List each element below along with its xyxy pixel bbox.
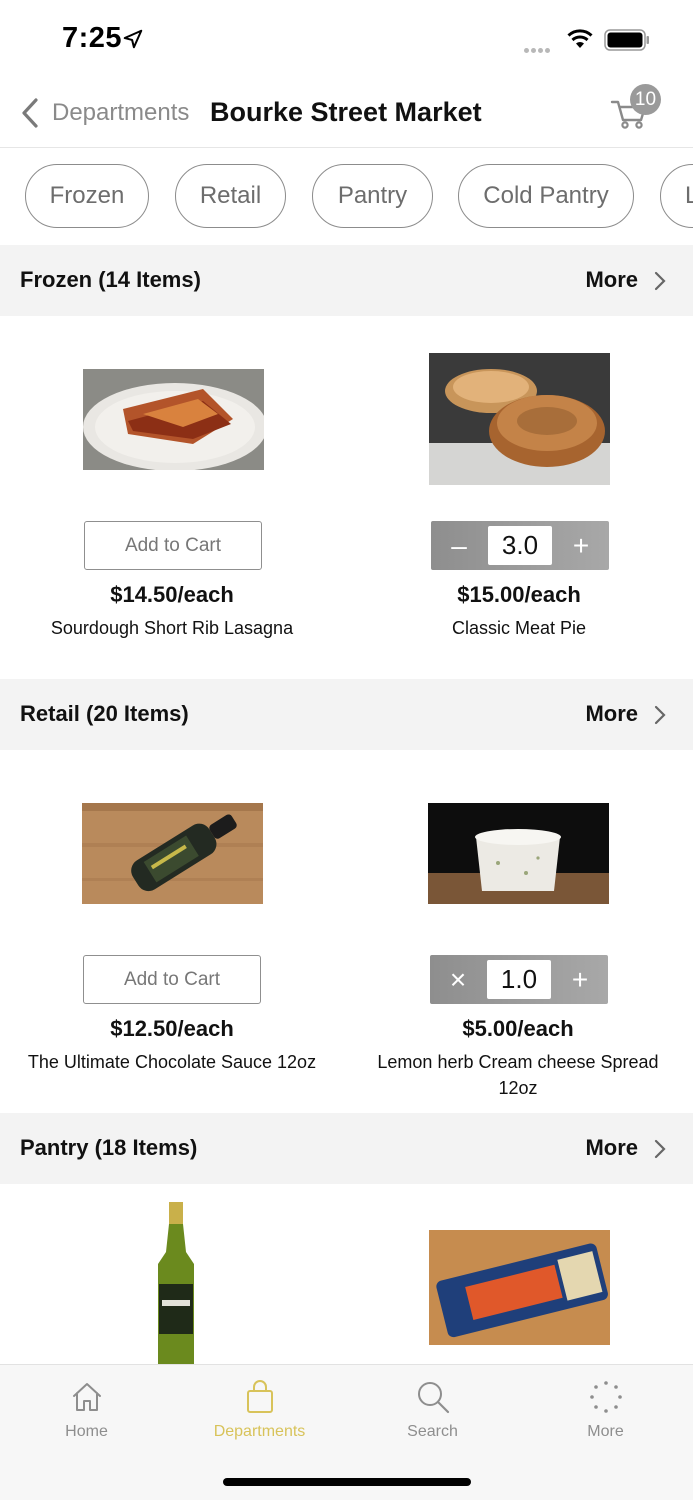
section-title: Frozen (14 Items)	[20, 267, 201, 292]
more-button[interactable]: More	[585, 1135, 638, 1161]
quantity-stepper: × 1.0 +	[430, 955, 608, 1004]
chip-next[interactable]: L	[660, 164, 693, 228]
more-dots-icon	[590, 1381, 622, 1413]
quantity-value[interactable]: 1.0	[487, 960, 551, 999]
product-image-lasagna[interactable]	[83, 369, 264, 470]
product-image-olive-oil[interactable]	[150, 1200, 202, 1364]
add-to-cart-button[interactable]: Add to Cart	[83, 955, 261, 1004]
product-name[interactable]: Sourdough Short Rib Lasagna	[22, 615, 322, 641]
chip-pantry[interactable]: Pantry	[312, 164, 433, 228]
shopping-bag-icon	[247, 1380, 273, 1413]
product-name[interactable]: The Ultimate Chocolate Sauce 12oz	[22, 1049, 322, 1075]
product-name[interactable]: Lemon herb Cream cheese Spread 12oz	[368, 1049, 668, 1101]
wifi-icon	[567, 29, 593, 48]
product-price: $12.50/each	[110, 1016, 234, 1041]
chip-frozen[interactable]: Frozen	[25, 164, 149, 228]
tab-label: Departments	[213, 1423, 306, 1440]
tab-more[interactable]: More	[519, 1365, 692, 1460]
page-title: Bourke Street Market	[210, 97, 482, 127]
product-image-cream-cheese[interactable]	[428, 803, 609, 904]
nav-header: Departments Bourke Street Market 10	[0, 76, 693, 148]
tab-label: Home	[65, 1423, 108, 1440]
search-icon	[418, 1382, 450, 1414]
remove-button[interactable]: ×	[430, 955, 486, 1004]
tab-label: More	[587, 1423, 624, 1440]
product-price: $14.50/each	[110, 582, 234, 607]
home-icon	[73, 1383, 101, 1411]
product-price: $5.00/each	[462, 1016, 574, 1041]
increase-button[interactable]: +	[553, 521, 609, 570]
section-title: Retail (20 Items)	[20, 701, 189, 726]
home-indicator[interactable]	[223, 1478, 471, 1486]
add-to-cart-button[interactable]: Add to Cart	[84, 521, 262, 570]
quantity-stepper: – 3.0 +	[431, 521, 609, 570]
tab-search[interactable]: Search	[346, 1365, 519, 1460]
chip-cold-pantry[interactable]: Cold Pantry	[458, 164, 634, 228]
signal-icon	[524, 40, 552, 58]
product-name[interactable]: Classic Meat Pie	[369, 615, 669, 641]
tab-departments[interactable]: Departments	[173, 1365, 346, 1460]
decrease-button[interactable]: –	[431, 521, 487, 570]
chip-retail[interactable]: Retail	[175, 164, 286, 228]
section-header-pantry: Pantry (18 Items) More	[0, 1113, 693, 1184]
chevron-right-icon[interactable]	[653, 1138, 667, 1160]
back-button[interactable]: Departments	[52, 99, 189, 127]
location-arrow-icon	[123, 29, 143, 49]
more-button[interactable]: More	[585, 701, 638, 727]
status-time: 7:25	[62, 22, 123, 54]
chevron-right-icon[interactable]	[653, 270, 667, 292]
category-chips: Frozen Retail Pantry Cold Pantry L	[0, 148, 693, 245]
product-price: $15.00/each	[457, 582, 581, 607]
section-title: Pantry (18 Items)	[20, 1135, 198, 1160]
product-image-pasta[interactable]	[429, 1230, 610, 1345]
back-chevron-icon[interactable]	[18, 96, 42, 130]
increase-button[interactable]: +	[552, 955, 608, 1004]
product-image-chocolate-sauce[interactable]	[82, 803, 263, 904]
section-header-frozen: Frozen (14 Items) More	[0, 245, 693, 316]
battery-icon	[604, 29, 649, 51]
section-header-retail: Retail (20 Items) More	[0, 679, 693, 750]
chevron-right-icon[interactable]	[653, 704, 667, 726]
status-bar: 7:25	[0, 0, 693, 76]
tab-label: Search	[407, 1423, 458, 1440]
product-image-meat-pie[interactable]	[429, 353, 610, 485]
quantity-value[interactable]: 3.0	[488, 526, 552, 565]
cart-count-badge: 10	[630, 84, 661, 115]
tab-home[interactable]: Home	[0, 1365, 173, 1460]
more-button[interactable]: More	[585, 267, 638, 293]
